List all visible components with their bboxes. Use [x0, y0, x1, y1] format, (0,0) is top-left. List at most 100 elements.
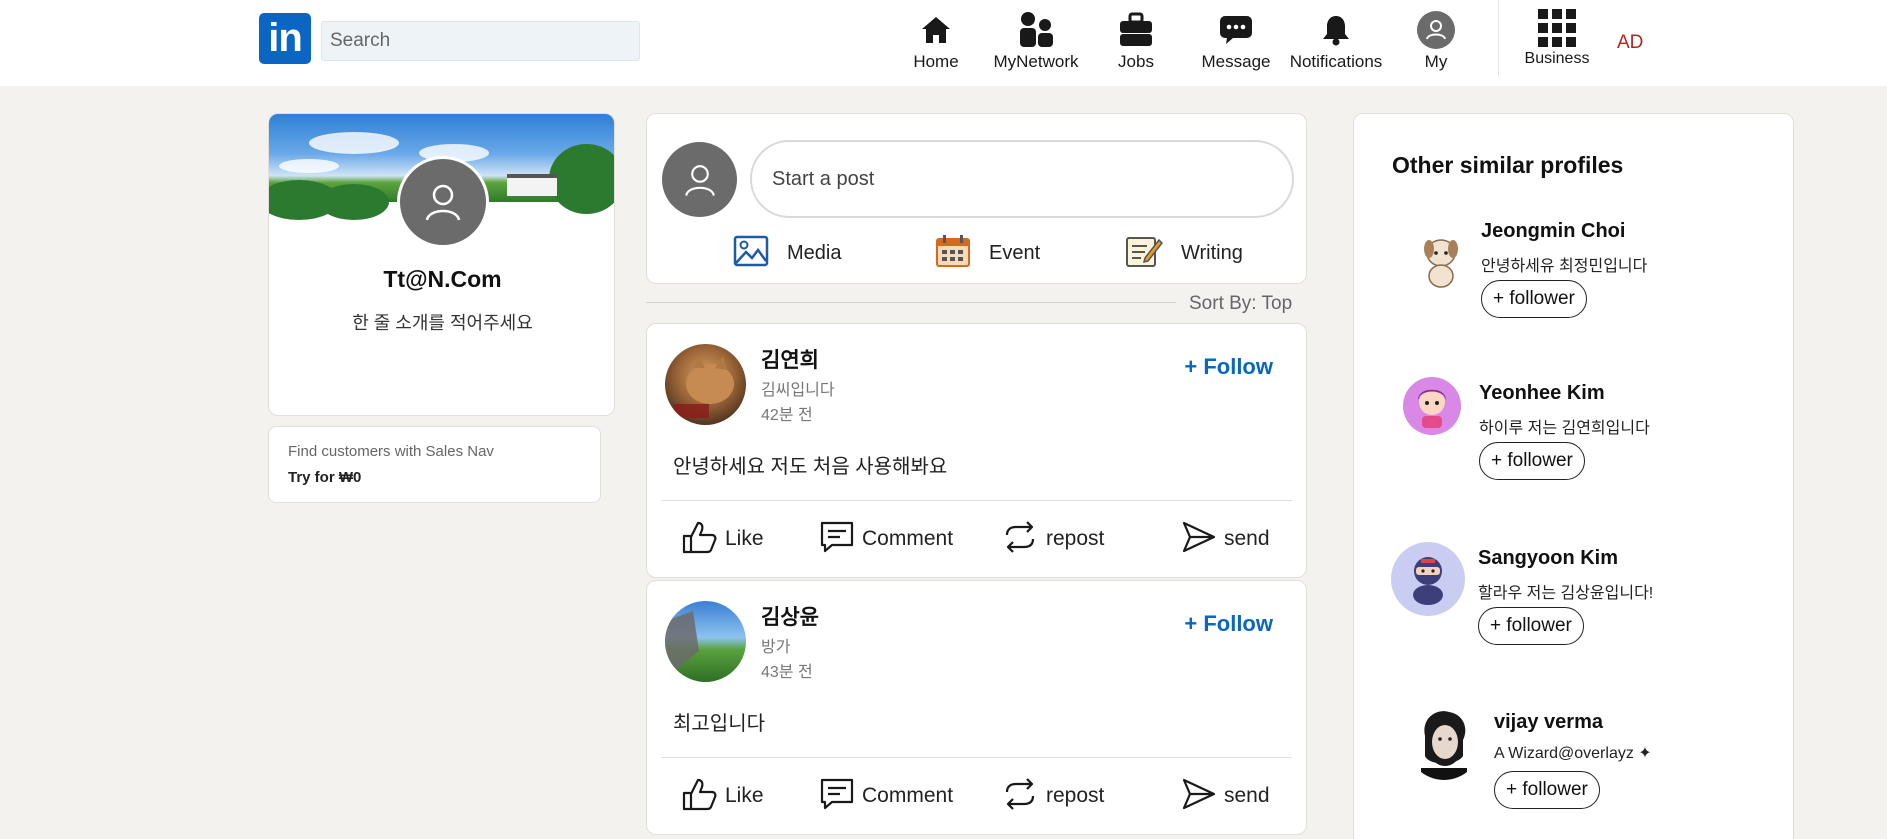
post-author-subtitle: 방가 [761, 639, 791, 656]
sales-nav-try-link[interactable]: Try for ₩0 [288, 469, 361, 486]
send-label: send [1224, 527, 1270, 550]
like-button[interactable]: Like [681, 771, 764, 821]
linkedin-logo[interactable]: in [259, 13, 311, 64]
repost-icon [1002, 520, 1038, 558]
similar-profile-avatar[interactable] [1403, 377, 1461, 435]
nav-notifications-label: Notifications [1289, 52, 1383, 71]
comment-label: Comment [862, 527, 954, 550]
post-composer-card: Start a post Media Event Writing [646, 113, 1307, 284]
thumbs-up-icon [681, 777, 717, 816]
similar-profile-item: Sangyoon Kim 할라우 저는 김상윤입니다! + follower [1354, 542, 1795, 652]
network-icon [1017, 8, 1055, 52]
comment-button[interactable]: Comment [820, 514, 953, 564]
repost-button[interactable]: repost [1002, 514, 1104, 564]
post-author-name[interactable]: 김연희 [761, 344, 819, 374]
similar-profile-bio: 안녕하세유 최정민입니다 [1481, 258, 1648, 275]
event-button[interactable]: Event [935, 233, 1040, 273]
home-icon [920, 8, 952, 52]
nav-mynetwork-label: MyNetwork [993, 52, 1079, 71]
similar-profile-name[interactable]: Yeonhee Kim [1479, 382, 1605, 405]
post-card: 김연희 김씨입니다 42분 전 + Follow 안녕하세요 저도 처음 사용해… [646, 323, 1307, 578]
similar-profile-name[interactable]: Jeongmin Choi [1481, 220, 1625, 243]
media-label: Media [787, 241, 842, 264]
profile-bio: 한 줄 소개를 적어주세요 [352, 313, 533, 333]
writing-label: Writing [1181, 241, 1243, 264]
post-action-bar: Like Comment repost send [647, 771, 1308, 821]
send-icon [1182, 521, 1216, 558]
follow-button[interactable]: + Follow [1184, 611, 1273, 637]
repost-button[interactable]: repost [1002, 771, 1104, 821]
post-author-name[interactable]: 김상윤 [761, 601, 819, 631]
add-follower-button[interactable]: + follower [1481, 280, 1587, 318]
nav-message[interactable]: Message [1201, 8, 1271, 78]
repost-label: repost [1046, 527, 1105, 550]
composer-avatar [662, 142, 737, 217]
similar-profile-avatar[interactable] [1407, 706, 1481, 780]
search-input[interactable] [321, 21, 640, 61]
like-label: Like [725, 784, 764, 807]
profile-card: Tt@N.Com 한 줄 소개를 적어주세요 [268, 113, 615, 416]
nav-message-label: Message [1201, 52, 1271, 71]
sort-dropdown[interactable]: Sort By: Top [1189, 293, 1292, 315]
nav-business-label: Business [1524, 50, 1590, 67]
nav-my[interactable]: My [1416, 8, 1456, 78]
nav-jobs-label: Jobs [1118, 52, 1154, 71]
similar-profiles-title: Other similar profiles [1392, 152, 1624, 178]
repost-label: repost [1046, 784, 1105, 807]
calendar-icon [935, 234, 971, 273]
post-author-avatar[interactable] [665, 601, 746, 682]
nav-home-label: Home [913, 52, 959, 71]
send-button[interactable]: send [1182, 514, 1270, 564]
nav-jobs[interactable]: Jobs [1115, 8, 1157, 78]
writing-button[interactable]: Writing [1125, 233, 1243, 273]
similar-profiles-card: Other similar profiles Jeongmin Choi 안녕하… [1353, 113, 1794, 839]
start-post-input[interactable]: Start a post [750, 140, 1294, 218]
sales-nav-card[interactable]: Find customers with Sales Nav Try for ₩0 [268, 426, 601, 503]
add-follower-button[interactable]: + follower [1478, 607, 1584, 645]
avatar-icon [1417, 8, 1455, 52]
post-author-avatar[interactable] [665, 344, 746, 425]
nav-home[interactable]: Home [912, 8, 960, 78]
media-button[interactable]: Media [733, 233, 841, 273]
post-body-text: 최고입니다 [673, 713, 765, 735]
nav-my-label: My [1424, 52, 1448, 71]
ad-label[interactable]: AD [1617, 32, 1643, 54]
similar-profile-item: Yeonhee Kim 하이루 저는 김연희입니다 + follower [1354, 377, 1795, 487]
similar-profile-item: vijay verma A Wizard@overlayz ✦ + follow… [1354, 706, 1795, 816]
similar-profile-name[interactable]: vijay verma [1494, 711, 1603, 734]
top-navigation-bar: in Home MyNetwork Jobs Message Notificat… [0, 0, 1887, 86]
post-divider [661, 757, 1292, 758]
comment-icon [820, 778, 854, 815]
grid-icon [1537, 6, 1577, 50]
post-divider [661, 500, 1292, 501]
like-label: Like [725, 527, 764, 550]
follow-button[interactable]: + Follow [1184, 354, 1273, 380]
post-timestamp: 42분 전 [761, 407, 813, 424]
thumbs-up-icon [681, 520, 717, 559]
profile-avatar[interactable] [397, 156, 489, 248]
send-button[interactable]: send [1182, 771, 1270, 821]
similar-profile-avatar[interactable] [1391, 542, 1465, 616]
nav-mynetwork[interactable]: MyNetwork [990, 8, 1082, 78]
writing-icon [1125, 234, 1163, 273]
comment-button[interactable]: Comment [820, 771, 953, 821]
post-author-subtitle: 김씨입니다 [761, 382, 835, 399]
comment-label: Comment [862, 784, 954, 807]
post-action-bar: Like Comment repost send [647, 514, 1308, 564]
post-timestamp: 43분 전 [761, 664, 813, 681]
similar-profile-avatar[interactable] [1404, 224, 1478, 298]
nav-business[interactable]: Business [1522, 6, 1592, 76]
like-button[interactable]: Like [681, 514, 764, 564]
send-icon [1182, 778, 1216, 815]
add-follower-button[interactable]: + follower [1479, 442, 1585, 480]
similar-profile-bio: A Wizard@overlayz ✦ [1494, 745, 1652, 762]
profile-name[interactable]: Tt@N.Com [269, 266, 614, 293]
nav-divider [1498, 0, 1499, 76]
sales-nav-text: Find customers with Sales Nav [288, 443, 494, 460]
add-follower-button[interactable]: + follower [1494, 771, 1600, 809]
sort-divider [646, 302, 1176, 303]
post-card: 김상윤 방가 43분 전 + Follow 최고입니다 Like Comment… [646, 580, 1307, 835]
nav-notifications[interactable]: Notifications [1290, 8, 1382, 78]
similar-profile-name[interactable]: Sangyoon Kim [1478, 547, 1618, 570]
similar-profile-bio: 하이루 저는 김연희입니다 [1479, 420, 1650, 437]
